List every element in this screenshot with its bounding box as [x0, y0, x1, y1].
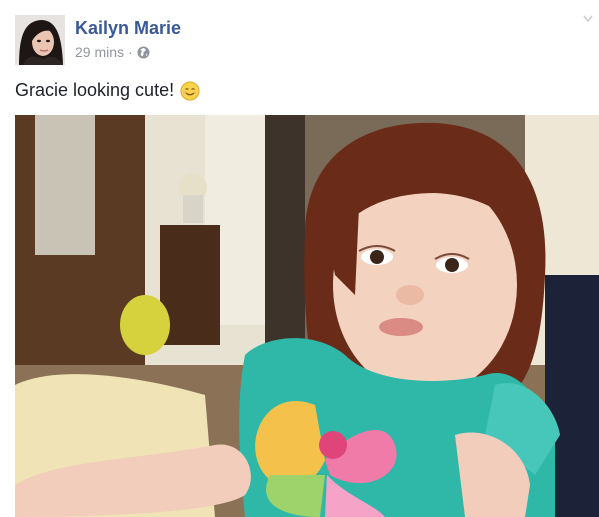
author-name-link[interactable]: Kailyn Marie	[75, 18, 181, 39]
globe-icon[interactable]	[137, 46, 150, 59]
chevron-down-icon[interactable]	[581, 12, 595, 26]
post-meta: 29 mins ·	[75, 44, 150, 60]
smiling-face-icon	[180, 81, 200, 101]
post-message: Gracie looking cute!	[15, 80, 200, 101]
feed-post: Kailyn Marie 29 mins · Gracie looking cu…	[0, 0, 599, 517]
avatar[interactable]	[15, 15, 65, 65]
timestamp-link[interactable]: 29 mins	[75, 44, 124, 60]
meta-separator: ·	[128, 44, 133, 60]
post-photo[interactable]	[15, 115, 599, 517]
post-message-text: Gracie looking cute!	[15, 80, 175, 100]
